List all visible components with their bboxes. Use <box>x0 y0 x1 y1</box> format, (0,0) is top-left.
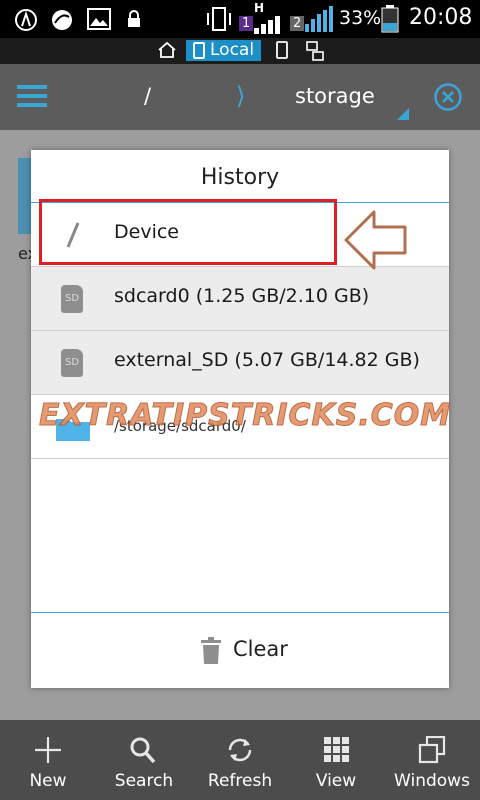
new-button[interactable]: New <box>0 720 96 800</box>
search-button[interactable]: Search <box>96 720 192 800</box>
gallery-icon <box>87 8 111 30</box>
history-item-label: external_SD (5.07 GB/14.82 GB) <box>114 349 420 371</box>
refresh-icon <box>228 738 252 762</box>
clock: 20:08 <box>409 5 473 30</box>
vibrate-icon <box>207 7 231 31</box>
history-item-sdcard0[interactable]: SD sdcard0 (1.25 GB/2.10 GB) <box>31 267 449 331</box>
sd-card-icon: SD <box>61 285 83 313</box>
search-label: Search <box>114 771 174 791</box>
view-label: View <box>315 771 357 791</box>
pointer-arrow-icon <box>344 210 407 270</box>
watermark: EXTRATIPSTRICKS.COM <box>38 398 452 434</box>
windows-icon <box>418 736 446 764</box>
clear-button-label: Clear <box>233 637 288 661</box>
view-button[interactable]: View <box>288 720 384 800</box>
location-bar: Local <box>0 38 480 64</box>
history-item-external-sd[interactable]: SD external_SD (5.07 GB/14.82 GB) <box>31 331 449 395</box>
highlight-box <box>39 199 337 265</box>
grid-icon <box>324 737 349 762</box>
bottom-toolbar: New Search Refresh View Windows <box>0 720 480 800</box>
path-root[interactable]: / <box>144 84 151 108</box>
battery-percent: 33% <box>339 7 382 29</box>
new-label: New <box>29 771 67 791</box>
local-tab-label: Local <box>210 40 255 60</box>
clear-button[interactable]: Clear <box>31 613 449 688</box>
dialog-title: History <box>200 165 280 190</box>
windows-label: Windows <box>394 771 470 791</box>
device-icon[interactable] <box>275 41 289 59</box>
path-separator-icon: ⟩ <box>236 82 246 110</box>
app-header: / ⟩ storage <box>0 64 480 130</box>
battery-icon <box>381 5 399 33</box>
trash-icon <box>201 637 221 664</box>
windows-button[interactable]: Windows <box>384 720 480 800</box>
refresh-label: Refresh <box>207 771 273 791</box>
sphere-icon <box>52 10 72 30</box>
phone-icon <box>193 42 205 59</box>
refresh-button[interactable]: Refresh <box>192 720 288 800</box>
home-icon[interactable] <box>157 41 177 59</box>
local-tab[interactable]: Local <box>186 40 261 61</box>
close-icon[interactable] <box>433 82 463 112</box>
dropdown-corner-icon[interactable] <box>397 108 409 120</box>
signal-strength-icon <box>254 16 280 34</box>
network-icon[interactable] <box>306 41 324 61</box>
signal-strength-icon-2 <box>305 6 333 32</box>
menu-icon[interactable] <box>17 84 47 108</box>
sd-card-icon: SD <box>61 349 83 377</box>
search-icon <box>130 737 156 764</box>
history-item-label: sdcard0 (1.25 GB/2.10 GB) <box>114 285 370 307</box>
status-bar: 1 H 2 33% 20:08 <box>0 0 480 38</box>
path-current[interactable]: storage <box>295 84 375 108</box>
network-type-label: H <box>254 1 265 15</box>
lock-icon <box>128 10 140 27</box>
app-logo-icon <box>15 9 37 31</box>
plus-icon <box>35 737 61 763</box>
